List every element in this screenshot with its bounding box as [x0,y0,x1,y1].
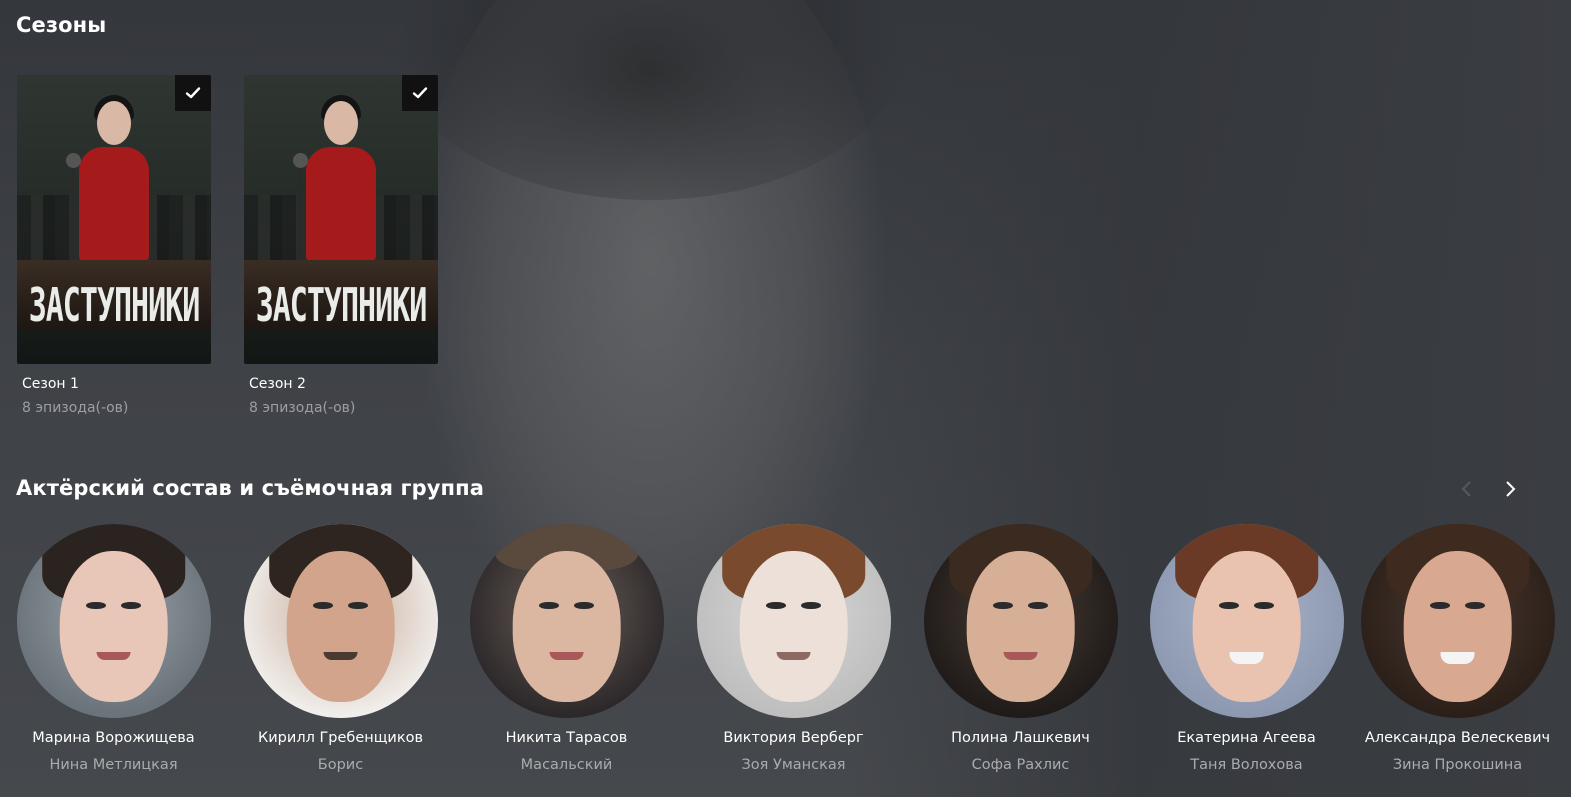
cast-carousel-nav [1455,478,1535,500]
cast-member[interactable]: Александра Велескевич Зина Прокошина [1344,524,1571,773]
check-icon[interactable] [402,75,438,111]
character-name: Софа Рахлис [971,757,1070,773]
character-name: Нина Метлицкая [49,757,178,773]
season-name[interactable]: Сезон 1 [22,376,211,392]
season-card[interactable]: ЗАСТУПНИКИ Сезон 2 8 эпизода(-ов) [244,75,438,416]
details-page: Сезоны ЗАСТУПНИКИ Сезон 1 8 эпизода(-ов) [0,0,1571,797]
actor-name[interactable]: Марина Ворожищева [0,730,227,746]
poster-title: ЗАСТУПНИКИ [28,279,201,334]
check-icon[interactable] [175,75,211,111]
actor-name[interactable]: Виктория Верберг [680,730,907,746]
character-name: Зина Прокошина [1392,757,1523,773]
avatar[interactable] [16,524,211,718]
character-name: Масальский [520,757,613,773]
actor-name[interactable]: Кирилл Гребенщиков [227,730,454,746]
avatar[interactable] [1360,524,1555,718]
season-poster[interactable]: ЗАСТУПНИКИ [244,75,438,364]
season-name[interactable]: Сезон 2 [249,376,438,392]
cast-heading: Актёрский состав и съёмочная группа [16,476,485,500]
season-episode-count: 8 эпизода(-ов) [22,400,129,416]
avatar[interactable] [469,524,664,718]
actor-name[interactable]: Никита Тарасов [453,730,680,746]
cast-member[interactable]: Виктория Верберг Зоя Уманская [680,524,907,773]
character-name: Борис [317,757,364,773]
chevron-left-icon[interactable] [1455,478,1477,500]
season-episode-count: 8 эпизода(-ов) [249,400,356,416]
season-poster[interactable]: ЗАСТУПНИКИ [17,75,211,364]
actor-name[interactable]: Полина Лашкевич [907,730,1134,746]
chevron-right-icon[interactable] [1500,478,1522,500]
character-name: Таня Волохова [1190,757,1303,773]
cast-member[interactable]: Кирилл Гребенщиков Борис [227,524,454,773]
avatar[interactable] [923,524,1118,718]
avatar[interactable] [1149,524,1344,718]
cast-member[interactable]: Никита Тарасов Масальский [453,524,680,773]
cast-member[interactable]: Екатерина Агеева Таня Волохова [1133,524,1360,773]
poster-title: ЗАСТУПНИКИ [255,279,428,334]
avatar[interactable] [243,524,438,718]
actor-name[interactable]: Александра Велескевич [1344,730,1571,746]
seasons-heading: Сезоны [16,13,107,37]
cast-member[interactable]: Марина Ворожищева Нина Метлицкая [0,524,227,773]
avatar[interactable] [696,524,891,718]
season-card[interactable]: ЗАСТУПНИКИ Сезон 1 8 эпизода(-ов) [17,75,211,416]
cast-member[interactable]: Полина Лашкевич Софа Рахлис [907,524,1134,773]
character-name: Зоя Уманская [741,757,846,773]
actor-name[interactable]: Екатерина Агеева [1133,730,1360,746]
